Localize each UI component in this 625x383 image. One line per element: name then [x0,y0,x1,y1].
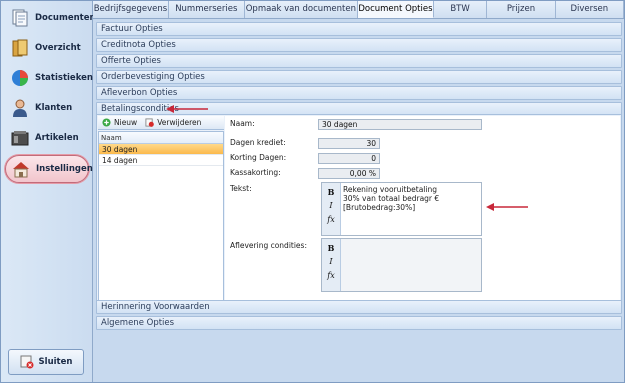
sidebar-item-artikelen[interactable]: Artikelen [5,124,89,152]
list-header[interactable]: Naam [99,132,223,144]
box-icon [11,131,29,146]
main-content: Factuur Opties Creditnota Opties Offerte… [93,19,624,382]
bold-button[interactable]: B [323,185,340,199]
naam-field[interactable]: 30 dagen [318,119,482,130]
documents-icon [12,9,28,27]
dagen-krediet-field[interactable]: 30 [318,138,380,149]
details-form: Naam: 30 dagen Dagen krediet: 30 Korting… [225,116,620,302]
house-icon [13,162,29,178]
sidebar-item-documenten[interactable]: Documenten [5,4,96,32]
bold-button[interactable]: B [323,241,340,255]
aflevering-textarea[interactable] [341,239,481,291]
add-icon [102,118,111,127]
list-toolbar: Nieuw Verwijderen [98,116,224,130]
section-afleverbon-opties[interactable]: Afleverbon Opties [96,86,622,100]
close-icon [20,355,34,369]
tekst-toolbar: B I fx [322,183,341,235]
tab-nummerseries[interactable]: Nummerseries [168,1,245,18]
list-item[interactable]: 30 dagen [99,144,223,155]
annotation-arrow-icon [486,203,528,211]
naam-label: Naam: [230,119,255,128]
aflevering-editor: B I fx [321,238,482,292]
formula-button[interactable]: fx [323,269,340,283]
new-button-label: Nieuw [114,118,138,127]
italic-button[interactable]: I [323,199,340,213]
sidebar-item-klanten[interactable]: Klanten [5,94,89,122]
sidebar-item-label: Artikelen [35,133,79,143]
section-creditnota-opties[interactable]: Creditnota Opties [96,38,622,52]
new-button[interactable]: Nieuw [102,118,137,127]
book-icon [12,39,28,57]
formula-button[interactable]: fx [323,213,340,227]
section-herinnering-voorwaarden[interactable]: Herinnering Voorwaarden [96,300,622,314]
tab-opmaak-van-documenten[interactable]: Opmaak van documenten [244,1,358,18]
tab-diversen[interactable]: Diversen [555,1,625,18]
kassakorting-field[interactable]: 0,00 % [318,168,380,179]
dagen-krediet-label: Dagen krediet: [230,138,286,147]
tab-bedrijfsgegevens[interactable]: Bedrijfsgegevens [93,1,169,18]
italic-button[interactable]: I [323,255,340,269]
sidebar-item-label: Documenten [35,13,96,23]
sidebar-item-label: Klanten [35,103,73,113]
sidebar: Documenten Overzicht Statistieken Klante… [1,1,96,382]
sidebar-item-instellingen[interactable]: Instellingen [5,155,93,183]
korting-dagen-label: Korting Dagen: [230,153,287,162]
tekst-textarea[interactable]: Rekening vooruitbetaling 30% van totaal … [341,183,481,235]
kassakorting-label: Kassakorting: [230,168,281,177]
section-algemene-opties[interactable]: Algemene Opties [96,316,622,330]
tab-btw[interactable]: BTW [433,1,488,18]
tab-bar: Bedrijfsgegevens Nummerseries Opmaak van… [93,1,625,19]
list-item[interactable]: 14 dagen [99,155,223,166]
close-button-label: Sluiten [38,357,73,367]
section-offerte-opties[interactable]: Offerte Opties [96,54,622,68]
pie-chart-icon [12,70,28,86]
aflevering-condities-label: Aflevering condities: [230,241,307,250]
person-icon [13,99,27,117]
delete-button-label: Verwijderen [157,118,202,127]
korting-dagen-field[interactable]: 0 [318,153,380,164]
delete-icon [145,118,155,127]
tab-prijzen[interactable]: Prijzen [487,1,556,18]
annotation-arrow-icon [166,105,208,113]
close-button[interactable]: Sluiten [8,349,84,375]
betalingscondities-panel: Nieuw Verwijderen Naam 30 dagen 14 dagen… [96,114,622,303]
tekst-editor: B I fx Rekening vooruitbetaling 30% van … [321,182,482,236]
sidebar-item-label: Overzicht [35,43,81,53]
sidebar-item-overzicht[interactable]: Overzicht [5,34,89,62]
section-orderbevestiging-opties[interactable]: Orderbevestiging Opties [96,70,622,84]
conditions-list[interactable]: Naam 30 dagen 14 dagen [98,131,224,302]
sidebar-item-label: Statistieken [35,73,93,83]
section-factuur-opties[interactable]: Factuur Opties [96,22,622,36]
delete-button[interactable]: Verwijderen [145,118,201,127]
tekst-label: Tekst: [230,184,252,193]
aflevering-toolbar: B I fx [322,239,341,291]
sidebar-item-label: Instellingen [36,164,93,174]
tab-document-opties[interactable]: Document Opties [358,1,434,18]
sidebar-item-statistieken[interactable]: Statistieken [5,64,93,92]
